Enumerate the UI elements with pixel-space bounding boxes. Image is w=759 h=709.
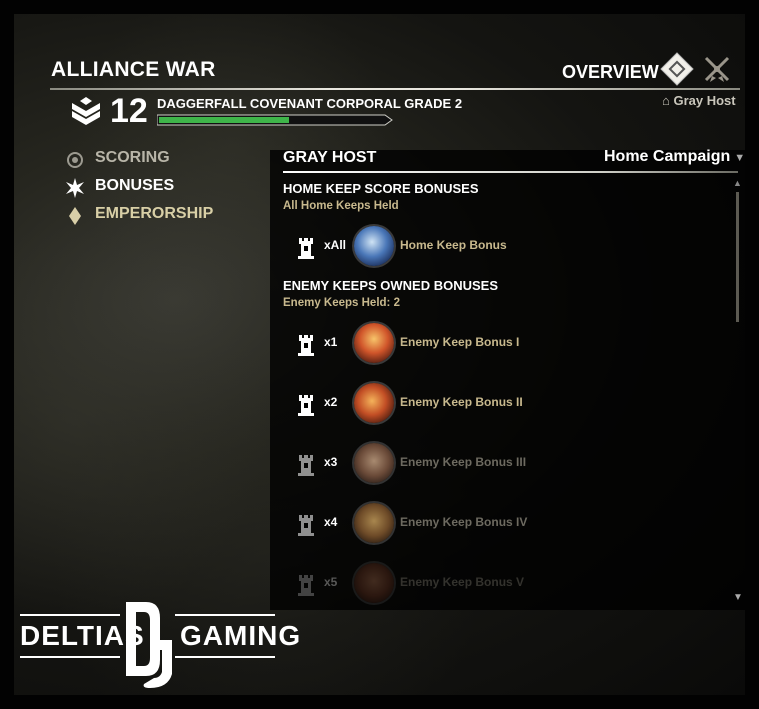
keep-tower-icon — [298, 515, 314, 536]
bonus-name: Enemy Keep Bonus V — [400, 575, 525, 589]
enemy-keep-bonus-3-icon — [354, 443, 394, 483]
overview-tab-label[interactable]: OVERVIEW — [562, 62, 659, 83]
bonus-name: Enemy Keep Bonus II — [400, 395, 523, 409]
enemy-keep-bonus-2-icon — [354, 383, 394, 423]
bonus-row[interactable]: x4 Enemy Keep Bonus IV — [296, 503, 716, 543]
scroll-down-arrow[interactable]: ▼ — [733, 592, 743, 603]
dg-monogram-icon — [126, 602, 172, 688]
keep-tower-icon — [298, 455, 314, 476]
bonus-multiplier: x1 — [324, 335, 338, 349]
window-title: ALLIANCE WAR — [51, 58, 216, 81]
home-icon: ⌂ — [662, 93, 670, 108]
home-campaign-indicator: ⌂ Gray Host — [662, 93, 736, 108]
keep-tower-icon — [298, 238, 314, 259]
bonus-row[interactable]: x3 Enemy Keep Bonus III — [296, 443, 716, 483]
home-campaign-name: Gray Host — [673, 93, 736, 108]
watermark-right-text: GAMING — [180, 620, 302, 651]
nav-item-bonuses[interactable]: BONUSES — [65, 176, 265, 200]
nav-item-label: BONUSES — [95, 177, 175, 194]
rank-progress-fill — [159, 117, 289, 123]
bonus-name: Home Keep Bonus — [400, 238, 507, 252]
nav-item-scoring[interactable]: SCORING — [65, 148, 265, 172]
bonus-row[interactable]: x1 Enemy Keep Bonus I — [296, 323, 716, 363]
enemy-keep-bonus-4-icon — [354, 503, 394, 543]
campaign-select[interactable]: Home Campaign ▼ — [604, 148, 745, 166]
enemy-keeps-heading: ENEMY KEEPS OWNED BONUSES — [283, 278, 499, 293]
home-keep-subtitle: All Home Keeps Held — [283, 200, 399, 212]
chevron-down-icon: ▼ — [734, 152, 746, 164]
rank-title: DAGGERFALL COVENANT CORPORAL GRADE 2 — [157, 96, 463, 111]
target-icon — [67, 152, 83, 168]
window-frame: ALLIANCE WAR OVERVIEW ⌂ Gray Host 12 DAG… — [0, 0, 759, 709]
keep-tower-icon — [298, 395, 314, 416]
keep-tower-icon — [298, 335, 314, 356]
diamond-icon — [69, 207, 81, 225]
nav-item-label: EMPERORSHIP — [95, 205, 214, 222]
bonus-multiplier: x3 — [324, 455, 338, 469]
bonus-name: Enemy Keep Bonus III — [400, 455, 527, 469]
bonus-multiplier: x5 — [324, 575, 338, 589]
section-divider — [283, 171, 738, 173]
rank-progress-bar — [157, 114, 393, 126]
bonus-multiplier: x2 — [324, 395, 338, 409]
home-keep-heading: HOME KEEP SCORE BONUSES — [283, 181, 479, 196]
bonus-row[interactable]: xAll Home Keep Bonus — [296, 226, 716, 266]
rank-chevron-icon — [72, 97, 100, 125]
rank-number: 12 — [110, 92, 148, 130]
keep-tower-icon — [298, 575, 314, 596]
enemy-keep-bonus-5-icon — [354, 563, 394, 603]
overview-tab-icon[interactable] — [660, 52, 694, 86]
home-keep-bonus-icon — [354, 226, 394, 266]
watermark-logo: DELTIAS GAMING — [20, 600, 300, 690]
bonus-multiplier: x4 — [324, 515, 338, 529]
campaign-title: GRAY HOST — [283, 149, 377, 166]
bonus-name: Enemy Keep Bonus IV — [400, 515, 528, 529]
campaign-select-value: Home Campaign — [604, 148, 731, 165]
bonus-row[interactable]: x5 Enemy Keep Bonus V — [296, 563, 716, 603]
scrollbar-thumb[interactable] — [736, 192, 739, 322]
crossed-swords-icon[interactable] — [702, 54, 732, 84]
scroll-up-arrow[interactable]: ▲ — [733, 178, 742, 188]
bonus-multiplier: xAll — [324, 238, 347, 252]
nav-item-emperorship[interactable]: EMPERORSHIP — [65, 204, 265, 228]
bonus-name: Enemy Keep Bonus I — [400, 335, 520, 349]
header-divider — [50, 88, 740, 90]
nav-item-label: SCORING — [95, 149, 170, 166]
enemy-keep-bonus-1-icon — [354, 323, 394, 363]
bonus-row[interactable]: x2 Enemy Keep Bonus II — [296, 383, 716, 423]
starburst-icon — [66, 178, 84, 198]
enemy-keeps-subtitle: Enemy Keeps Held: 2 — [283, 297, 400, 309]
